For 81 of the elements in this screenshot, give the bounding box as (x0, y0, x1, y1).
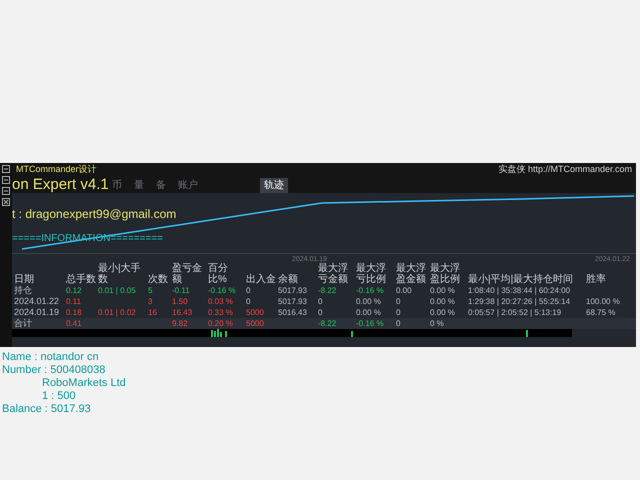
table-cell-text: 0:05:57 | 2:05:52 | 5:13:19 (468, 307, 562, 318)
column-header: 出入金 (246, 274, 276, 285)
table-cell-text: 0 % (430, 318, 445, 329)
close-icon[interactable] (2, 198, 10, 206)
table-cell-text: 5017.93 (278, 285, 308, 296)
table-cell-text: 0 (396, 307, 402, 318)
expert-title: on Expert v4.1 (12, 177, 109, 193)
table-cell-text: 1:08:40 | 35:38:44 | 60:24:00 (468, 285, 572, 296)
table-cell-text: 0.00 % (430, 285, 456, 296)
table-cell-text: 5000 (246, 318, 265, 329)
tab[interactable]: 量 (134, 178, 144, 192)
column-header: 最大浮盈金额 (396, 263, 427, 285)
account-name: Name : notandor cn (2, 351, 100, 364)
column-header: 最大浮亏金额 (318, 263, 349, 285)
table-cell-text: 0 (318, 296, 324, 307)
broker-name: RoboMarkets Ltd (42, 377, 127, 390)
column-header: 总手数 (66, 274, 96, 285)
table-cell-text: 16.43 (172, 307, 194, 318)
table-cell-text: 0.33 % (208, 307, 234, 318)
leverage: 1 : 500 (42, 390, 77, 403)
tab[interactable]: 账户 (178, 178, 198, 192)
table-cell-text: 5017.93 (278, 296, 308, 307)
table-cell-text: 0.01 | 0.05 (98, 285, 137, 296)
table-cell-text: 5000 (246, 307, 265, 318)
column-header: 盈亏金额 (172, 263, 203, 285)
table-cell-text: 1.50 (172, 296, 189, 307)
table-cell-text: -0.11 (172, 285, 191, 296)
table-cell-text: 5 (148, 285, 154, 296)
table-cell-text: 0.00 (396, 285, 413, 296)
table-cell-text: 0 (318, 307, 324, 318)
column-header: 次数 (148, 274, 169, 285)
table-cell-text: 1:29:38 | 20:27:26 | 55:25:14 (468, 296, 572, 307)
table-cell-text: -0.16 % (356, 285, 385, 296)
column-header: 百分比% (208, 263, 229, 285)
table-cell-text: 16 (148, 307, 158, 318)
table-cell-text: 0 (246, 285, 252, 296)
table-cell-text: -0.16 % (356, 318, 385, 329)
table-cell-text: 合计 (14, 318, 33, 329)
tab[interactable]: 备 (156, 178, 166, 192)
contact-email: t : dragonexpert99@gmail.com (12, 206, 176, 223)
table-cell-text: 2024.01.22 (14, 296, 60, 307)
column-header: 最小|平均|最大持仓时间 (468, 274, 574, 285)
table-cell-text: -8.22 (318, 285, 338, 296)
table-cell-text: 0.03 % (208, 296, 234, 307)
square-icon[interactable] (2, 187, 10, 195)
table-cell-text: 0.18 (66, 307, 83, 318)
table-cell-text: -0.16 % (208, 285, 237, 296)
table-cell-text: 0.12 (66, 285, 83, 296)
square-icon[interactable] (2, 176, 10, 184)
column-header: 最大浮盈比例 (430, 263, 461, 285)
column-header: 日期 (14, 274, 35, 285)
table-cell-text: 0 (396, 296, 402, 307)
table-cell-text: 0.00 % (430, 307, 456, 318)
table-cell-text: 0.41 (66, 318, 83, 329)
table-cell-text: 0.00 % (356, 307, 382, 318)
column-header: 最大浮亏比例 (356, 263, 387, 285)
table-cell-text: 2024.01.19 (14, 307, 60, 318)
column-header: 余额 (278, 274, 299, 285)
column-header: 胜率 (586, 274, 607, 285)
table-cell-text: 68.75 % (586, 307, 616, 318)
table-cell-text: 5016.43 (278, 307, 308, 318)
table-cell-text: 0.20 % (208, 318, 234, 329)
square-icon[interactable] (2, 165, 10, 173)
table-cell-text: 100.00 % (586, 296, 621, 307)
table-cell-text: 持仓 (14, 285, 33, 296)
table-cell-text: 0.00 % (430, 296, 456, 307)
table-cell-text: -8.22 (318, 318, 338, 329)
table-cell-text: 0 (246, 296, 252, 307)
site-link[interactable]: 实盘侠 http://MTCommander.com (498, 163, 632, 177)
table-cell-text: 9.82 (172, 318, 189, 329)
table-cell-text: 0.01 | 0.02 (98, 307, 137, 318)
table-cell-text: 0 (396, 318, 402, 329)
tab[interactable]: 轨迹 (260, 178, 288, 192)
table-cell-text: 0.11 (66, 296, 82, 307)
account-balance: Balance : 5017.93 (2, 403, 92, 416)
column-header: 最小|大手数 (98, 263, 142, 285)
tab[interactable]: 币 (112, 178, 122, 192)
table-cell-text: 3 (148, 296, 154, 307)
account-number: Number : 500408038 (2, 364, 106, 377)
window-title: MTCommander设计 (16, 163, 97, 176)
table-cell-text: 0.00 % (356, 296, 382, 307)
